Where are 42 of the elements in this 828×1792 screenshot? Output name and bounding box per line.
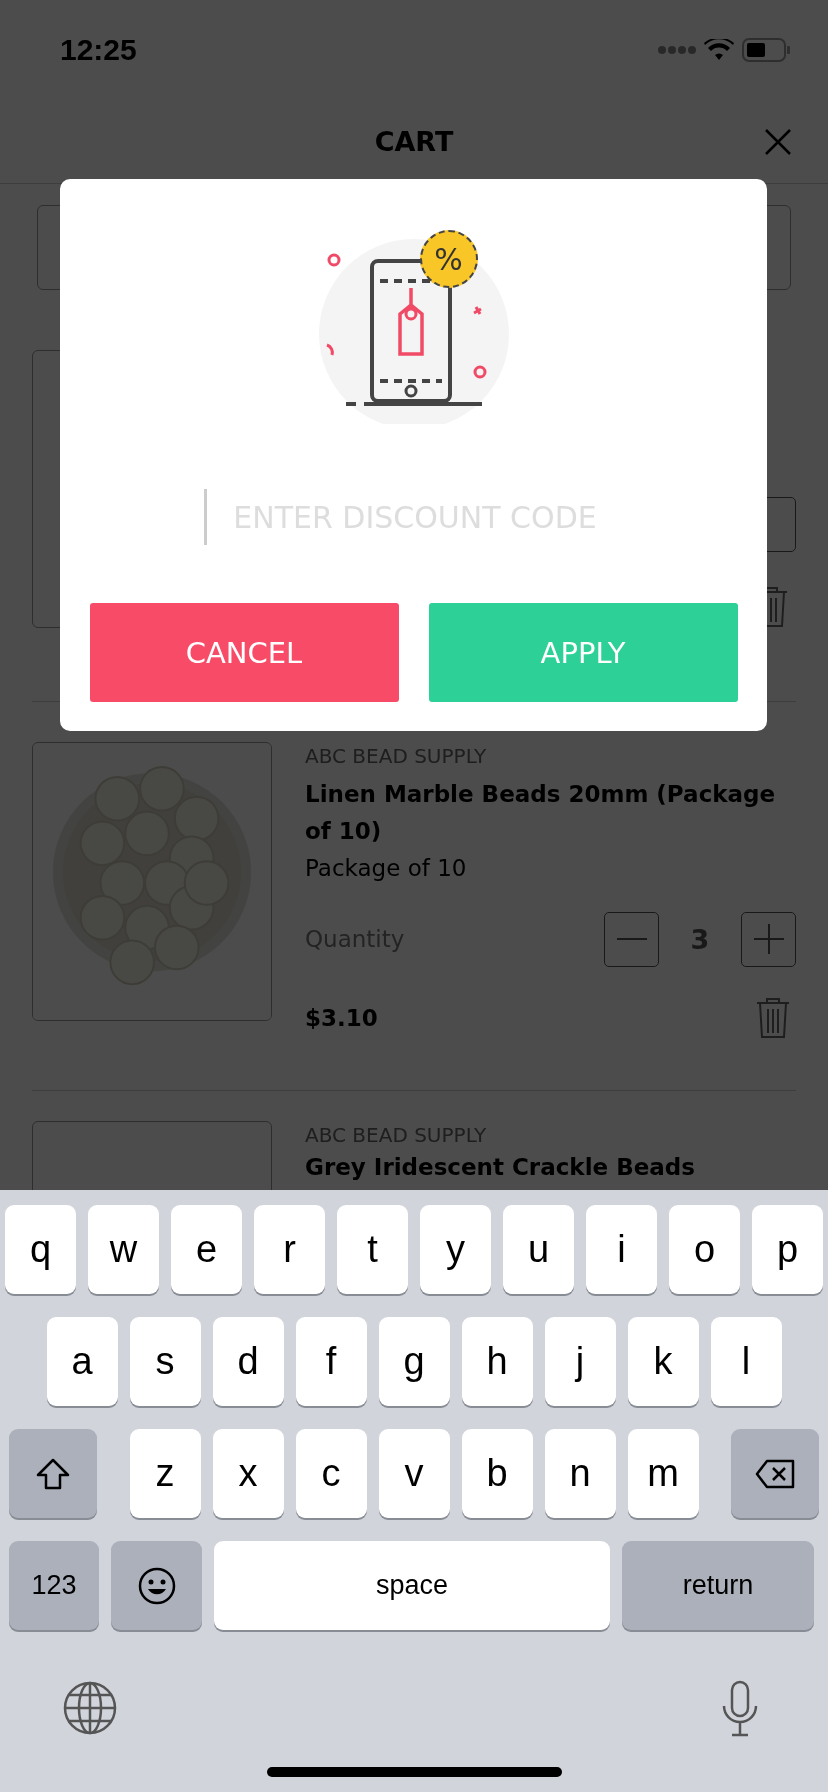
microphone-icon[interactable] [720, 1680, 760, 1738]
product-name: Grey Iridescent Crackle Beads [305, 1153, 696, 1182]
key[interactable]: p [752, 1205, 823, 1294]
emoji-icon [136, 1565, 177, 1606]
key[interactable]: z [129, 1429, 201, 1518]
key[interactable]: k [627, 1317, 699, 1406]
product-name: Linen Marble Beads 20mm (Package of 10) [305, 780, 777, 846]
key[interactable]: b [461, 1429, 533, 1518]
page-title: CART [374, 126, 454, 157]
return-key[interactable]: return [622, 1541, 814, 1630]
key[interactable]: e [171, 1205, 242, 1294]
backspace-key[interactable] [731, 1429, 819, 1518]
key[interactable]: u [503, 1205, 574, 1294]
key[interactable]: w [88, 1205, 159, 1294]
product-variant: Package of 10 [305, 854, 468, 883]
key[interactable]: g [378, 1317, 450, 1406]
key[interactable]: n [544, 1429, 616, 1518]
shift-key[interactable] [9, 1429, 97, 1518]
shift-icon [36, 1457, 70, 1490]
key[interactable]: m [627, 1429, 699, 1518]
key[interactable]: r [254, 1205, 325, 1294]
key[interactable]: s [129, 1317, 201, 1406]
status-time: 12:25 [60, 33, 137, 67]
key[interactable]: o [669, 1205, 740, 1294]
numbers-key[interactable]: 123 [9, 1541, 99, 1630]
emoji-key[interactable] [111, 1541, 202, 1630]
key[interactable]: j [544, 1317, 616, 1406]
key[interactable]: y [420, 1205, 491, 1294]
key[interactable]: f [295, 1317, 367, 1406]
backspace-icon [755, 1458, 795, 1489]
key[interactable]: c [295, 1429, 367, 1518]
key[interactable]: t [337, 1205, 408, 1294]
key[interactable]: l [710, 1317, 782, 1406]
key[interactable]: v [378, 1429, 450, 1518]
key[interactable]: i [586, 1205, 657, 1294]
space-key[interactable]: space [214, 1541, 610, 1630]
key[interactable]: d [212, 1317, 284, 1406]
key[interactable]: x [212, 1429, 284, 1518]
product-price: $3.10 [305, 1005, 378, 1031]
key[interactable]: q [5, 1205, 76, 1294]
key[interactable]: a [46, 1317, 118, 1406]
key[interactable]: h [461, 1317, 533, 1406]
